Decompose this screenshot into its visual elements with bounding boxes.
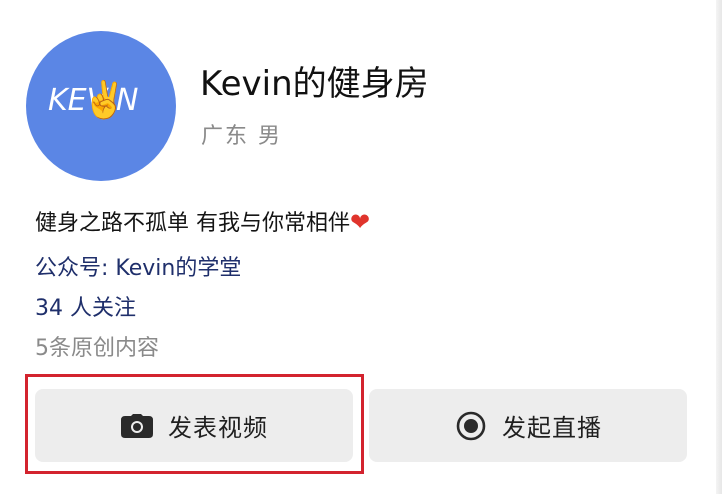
right-edge-shadow [716,0,722,494]
official-account-link[interactable]: 公众号: Kevin的学堂 [35,250,241,282]
avatar[interactable]: KEVIN ✌️ [26,31,176,181]
publish-video-button[interactable]: 发表视频 [35,389,353,462]
heart-icon: ❤ [350,208,371,236]
profile-name: Kevin的健身房 [200,64,429,104]
followers-link[interactable]: 34 人关注 [35,290,136,322]
start-live-label: 发起直播 [502,414,602,442]
start-live-button[interactable]: 发起直播 [369,389,687,462]
profile-meta: 广东 男 [201,124,282,149]
profile-bio: 健身之路不孤单 有我与你常相伴❤ [35,207,370,239]
live-record-icon [454,411,488,441]
publish-video-label: 发表视频 [168,414,268,442]
bio-text: 健身之路不孤单 有我与你常相伴 [35,211,350,236]
original-content-count: 5条原创内容 [35,336,159,361]
camera-icon [120,411,154,441]
victory-hand-icon: ✌️ [82,80,127,121]
